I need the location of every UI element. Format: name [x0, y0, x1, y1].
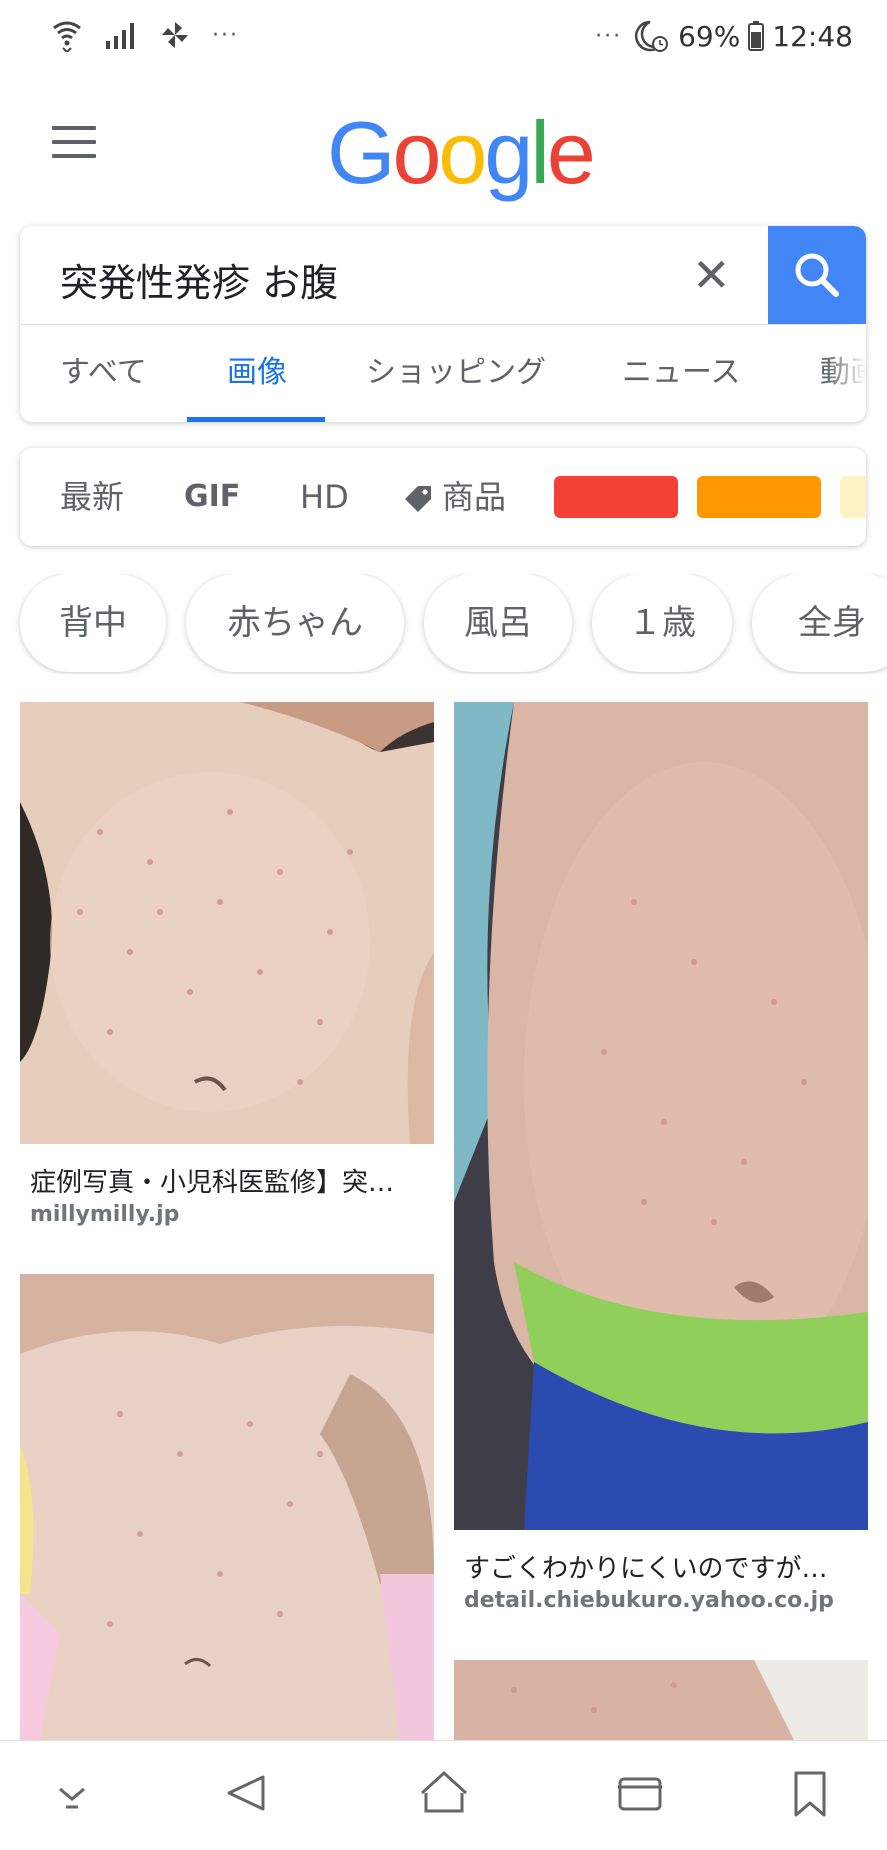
status-dots-right: ··· — [595, 23, 623, 49]
search-button[interactable] — [768, 226, 866, 324]
result-thumbnail[interactable] — [454, 1660, 868, 1740]
moon-clock-icon — [635, 20, 669, 52]
rash-belly-photo-2 — [454, 702, 868, 1530]
recent-apps-icon[interactable] — [590, 1741, 690, 1846]
chip-bath[interactable]: 風呂 — [424, 574, 572, 672]
result-source: millymilly.jp — [30, 1202, 180, 1227]
filter-bar: 最新 GIF HD 商品 — [20, 448, 866, 546]
tab-news[interactable]: ニュース — [622, 324, 741, 422]
tab-all[interactable]: すべて — [60, 324, 147, 422]
color-filter-yellow[interactable] — [840, 476, 866, 518]
back-icon[interactable] — [197, 1741, 297, 1846]
tag-icon — [405, 486, 431, 512]
result-item[interactable] — [454, 1660, 868, 1740]
color-filter-orange[interactable] — [697, 476, 821, 518]
status-bar: ··· ··· 69% 12:48 — [0, 0, 887, 76]
status-right: ··· 69% 12:48 — [595, 18, 853, 54]
related-chips: 背中 赤ちゃん 風呂 １歳 全身 — [0, 574, 887, 674]
rash-belly-photo-1 — [20, 702, 434, 1144]
result-caption: すごくわかりにくいのですが… — [464, 1554, 828, 1584]
chip-back[interactable]: 背中 — [20, 574, 166, 672]
wifi-icon — [53, 21, 81, 52]
tab-images[interactable]: 画像 — [227, 324, 287, 422]
result-source: detail.chiebukuro.yahoo.co.jp — [464, 1588, 834, 1613]
bottom-nav-bar — [0, 1740, 887, 1846]
search-input[interactable]: 突発性発疹 お腹 — [60, 252, 338, 307]
result-item[interactable]: すごくわかりにくいのですが… detail.chiebukuro.yahoo.c… — [454, 702, 868, 1622]
result-item[interactable]: 症例写真・小児科医監修】突… millymilly.jp — [20, 702, 434, 1242]
signal-icon — [106, 23, 134, 49]
bookmark-icon[interactable] — [760, 1741, 860, 1846]
active-tab-indicator — [187, 417, 325, 422]
status-dots-left: ··· — [212, 22, 239, 48]
result-thumbnail[interactable] — [454, 702, 868, 1530]
tabs-fade — [826, 324, 866, 422]
status-left: ··· — [52, 18, 239, 52]
result-caption: 症例写真・小児科医監修】突… — [30, 1168, 395, 1198]
result-thumbnail[interactable] — [20, 1274, 434, 1740]
filter-products[interactable]: 商品 — [402, 448, 506, 546]
filter-hd[interactable]: HD — [300, 448, 349, 546]
chip-whole-body[interactable]: 全身 — [752, 574, 887, 672]
search-icon — [795, 253, 839, 297]
search-tabs: すべて 画像 ショッピング ニュース 動画 — [20, 324, 866, 422]
filter-products-label: 商品 — [442, 478, 507, 516]
battery-icon — [748, 21, 765, 51]
rash-belly-photo-3 — [20, 1274, 434, 1740]
pinwheel-icon — [162, 22, 188, 48]
google-logo[interactable]: Google — [327, 102, 596, 204]
battery-percent: 69% — [678, 19, 741, 53]
chip-baby[interactable]: 赤ちゃん — [186, 574, 404, 672]
search-row: 突発性発疹 お腹 ✕ — [20, 226, 866, 325]
close-icon[interactable]: ✕ — [692, 248, 731, 302]
filter-gif[interactable]: GIF — [184, 448, 240, 546]
clock: 12:48 — [772, 19, 853, 53]
result-item[interactable] — [20, 1274, 434, 1740]
home-icon[interactable] — [394, 1741, 494, 1846]
tab-shopping[interactable]: ショッピング — [366, 324, 546, 422]
color-filter-red[interactable] — [554, 476, 678, 518]
chevron-down-icon[interactable] — [22, 1741, 122, 1846]
hamburger-menu-icon[interactable] — [52, 126, 96, 160]
result-thumbnail[interactable] — [20, 702, 434, 1144]
rash-photo-4 — [454, 1660, 868, 1740]
chip-one-year[interactable]: １歳 — [592, 574, 732, 672]
top-bar: Google — [0, 76, 887, 226]
filter-newest[interactable]: 最新 — [60, 448, 124, 546]
search-card: 突発性発疹 お腹 ✕ すべて 画像 ショッピング ニュース 動画 — [20, 226, 866, 422]
